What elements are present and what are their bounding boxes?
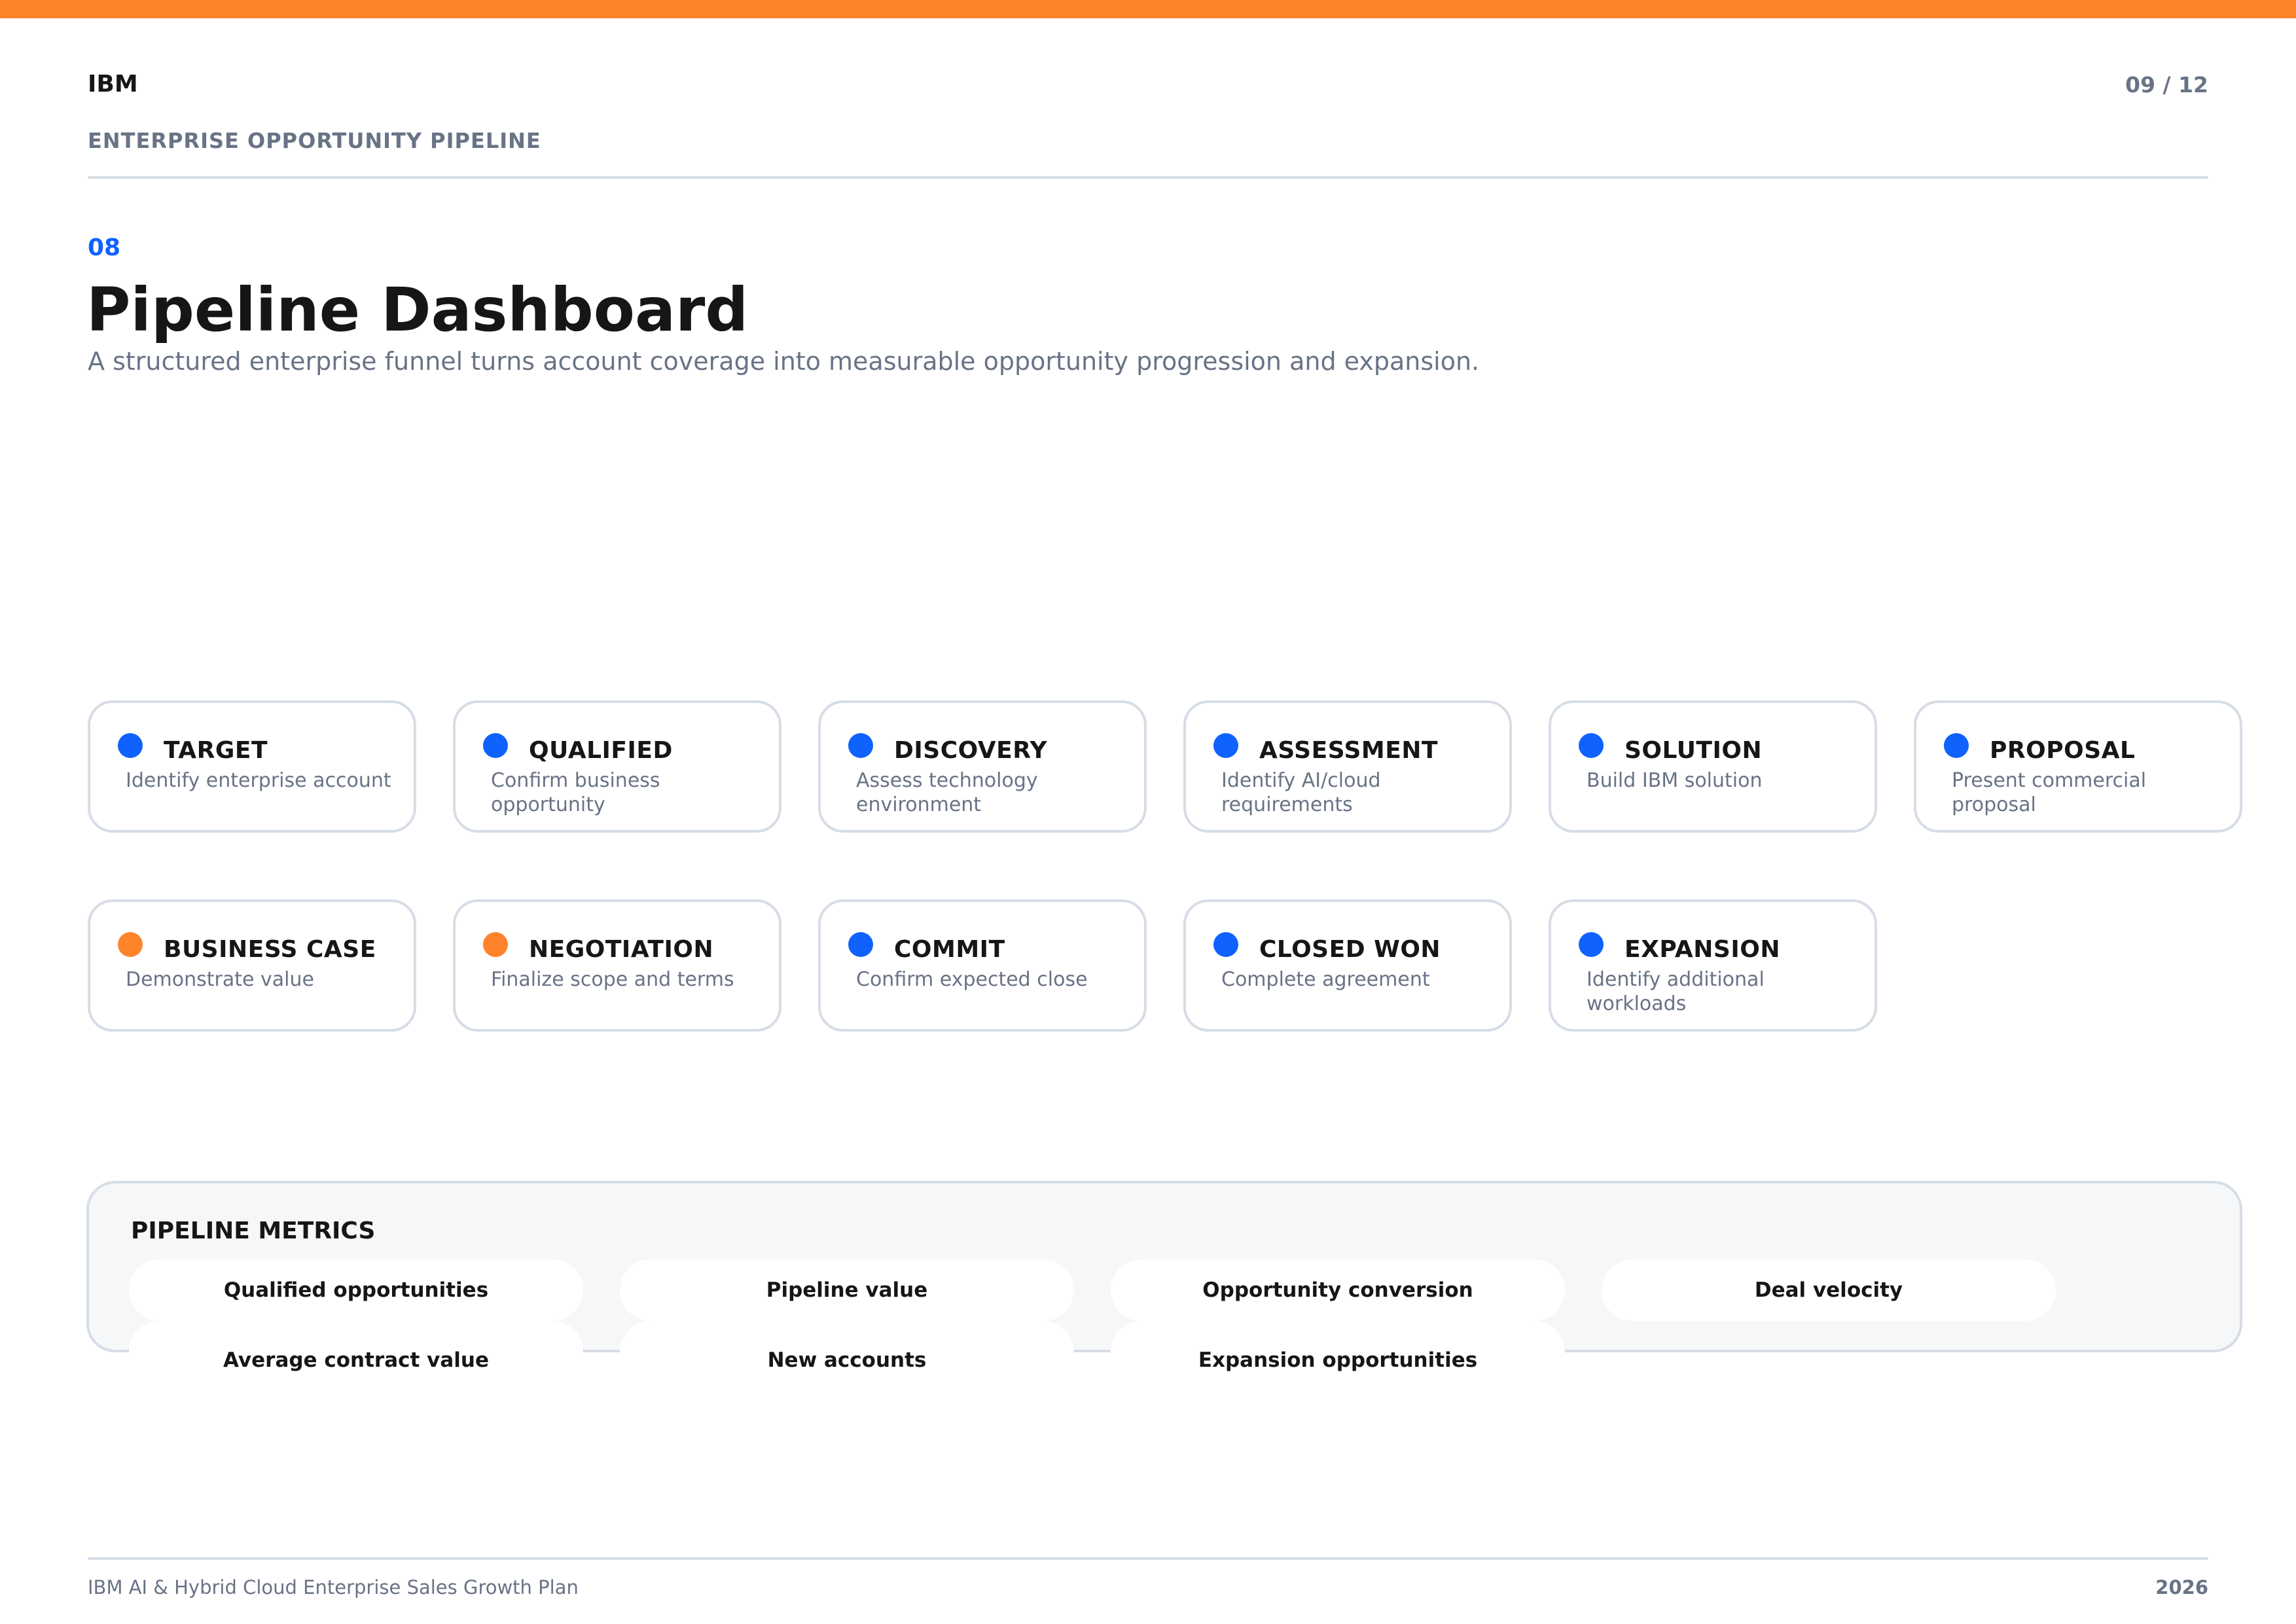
metric-pill: Deal velocity [1602, 1259, 2056, 1321]
metric-pill: Qualified opportunities [129, 1259, 583, 1321]
slide-number: 08 [88, 234, 121, 261]
stage-description: Finalize scope and terms [491, 968, 734, 991]
page-subtitle: A structured enterprise funnel turns acc… [88, 347, 1480, 376]
stage-status-dot [483, 733, 508, 758]
metric-label: New accounts [767, 1348, 927, 1372]
stage-name: ASSESSMENT [1259, 737, 1439, 764]
metric-pill: New accounts [620, 1321, 1074, 1372]
stage-status-dot [1213, 932, 1238, 957]
metric-pill: Pipeline value [620, 1259, 1074, 1321]
stage-description: Build IBM solution [1587, 769, 1763, 792]
stage-name: NEGOTIATION [529, 936, 714, 963]
stage-card-target: TARGET Identify enterprise account [88, 700, 416, 833]
header-divider [88, 176, 2208, 179]
stage-card-commit: COMMIT Confirm expected close [818, 899, 1147, 1032]
section-label: ENTERPRISE OPPORTUNITY PIPELINE [88, 128, 541, 153]
stage-name: COMMIT [894, 936, 1005, 963]
metric-pill: Opportunity conversion [1111, 1259, 1565, 1321]
metric-pill: Expansion opportunities [1111, 1321, 1565, 1372]
stage-status-dot [1579, 932, 1604, 957]
stage-description: Confirm business opportunity [491, 769, 660, 816]
metric-label: Opportunity conversion [1202, 1278, 1473, 1302]
top-accent-bar [0, 0, 2296, 18]
footer-year: 2026 [2155, 1576, 2208, 1598]
metric-pill: Average contract value [129, 1321, 583, 1372]
metric-label: Average contract value [223, 1348, 489, 1372]
stage-name: QUALIFIED [529, 737, 673, 764]
metric-label: Deal velocity [1754, 1278, 1903, 1302]
stage-card-qualified: QUALIFIED Confirm business opportunity [453, 700, 781, 833]
footer-divider [88, 1557, 2208, 1560]
stage-card-assessment: ASSESSMENT Identify AI/cloud requirements [1183, 700, 1512, 833]
stage-card-negotiation: NEGOTIATION Finalize scope and terms [453, 899, 781, 1032]
page-number: 09 / 12 [2125, 72, 2208, 98]
stage-status-dot [118, 932, 143, 957]
stage-name: CLOSED WON [1259, 936, 1441, 963]
stage-description: Identify enterprise account [126, 769, 391, 792]
stage-name: SOLUTION [1624, 737, 1763, 764]
stage-status-dot [118, 733, 143, 758]
stage-description: Confirm expected close [856, 968, 1088, 991]
stage-card-discovery: DISCOVERY Assess technology environment [818, 700, 1147, 833]
footer-plan-name: IBM AI & Hybrid Cloud Enterprise Sales G… [88, 1576, 579, 1598]
stage-card-closed-won: CLOSED WON Complete agreement [1183, 899, 1512, 1032]
stage-status-dot [1579, 733, 1604, 758]
stage-name: PROPOSAL [1990, 737, 2136, 764]
stage-status-dot [848, 932, 873, 957]
metric-label: Qualified opportunities [223, 1278, 489, 1302]
stage-name: BUSINESS CASE [164, 936, 376, 963]
stage-name: TARGET [164, 737, 268, 764]
page-title: Pipeline Dashboard [86, 275, 749, 345]
stage-description: Assess technology environment [856, 769, 1038, 816]
stage-status-dot [1213, 733, 1238, 758]
brand-name: IBM [88, 71, 138, 98]
pipeline-metrics-title: PIPELINE METRICS [131, 1218, 376, 1244]
stage-card-proposal: PROPOSAL Present commercial proposal [1914, 700, 2242, 833]
metric-label: Pipeline value [766, 1278, 928, 1302]
stage-description: Identify AI/cloud requirements [1221, 769, 1381, 816]
stage-description: Present commercial proposal [1952, 769, 2147, 816]
slide-page: IBM 09 / 12 ENTERPRISE OPPORTUNITY PIPEL… [0, 0, 2296, 1624]
stage-card-business-case: BUSINESS CASE Demonstrate value [88, 899, 416, 1032]
stage-description: Identify additional workloads [1587, 968, 1765, 1015]
stage-description: Demonstrate value [126, 968, 314, 991]
stage-status-dot [1944, 733, 1969, 758]
metric-label: Expansion opportunities [1198, 1348, 1478, 1372]
stage-status-dot [483, 932, 508, 957]
stage-description: Complete agreement [1221, 968, 1430, 991]
stage-card-expansion: EXPANSION Identify additional workloads [1549, 899, 1877, 1032]
stage-name: DISCOVERY [894, 737, 1048, 764]
stage-card-solution: SOLUTION Build IBM solution [1549, 700, 1877, 833]
stage-status-dot [848, 733, 873, 758]
stage-name: EXPANSION [1624, 936, 1780, 963]
